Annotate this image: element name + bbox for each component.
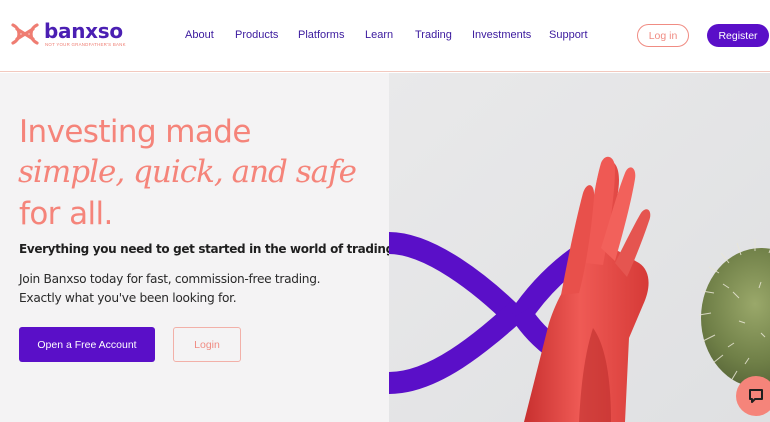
nav-item-support[interactable]: Support [549, 29, 588, 41]
red-gloved-hand-image [388, 73, 770, 422]
nav-item-products[interactable]: Products [235, 29, 278, 41]
hero-headline-line1: Investing made [19, 114, 251, 150]
chat-bubble-icon [749, 389, 763, 403]
hero-login-button[interactable]: Login [173, 327, 241, 362]
main-nav: About Products Platforms Learn Trading I… [0, 29, 600, 45]
hero-lead-text: Everything you need to get started in th… [19, 242, 399, 256]
hero-image [388, 73, 770, 422]
nav-item-trading[interactable]: Trading [415, 29, 452, 41]
open-free-account-button[interactable]: Open a Free Account [19, 327, 155, 362]
header-register-button[interactable]: Register [707, 24, 769, 47]
hero-headline-line3: for all. [19, 196, 113, 232]
hero-headline-line2: simple, quick, and safe [18, 154, 357, 190]
nav-item-about[interactable]: About [185, 29, 214, 41]
nav-item-platforms[interactable]: Platforms [298, 29, 344, 41]
header-login-button[interactable]: Log in [637, 24, 689, 47]
nav-item-learn[interactable]: Learn [365, 29, 393, 41]
hero-sub-text: Join Banxso today for fast, commission-f… [19, 272, 321, 305]
site-header: banxso NOT YOUR GRANDFATHER'S BANK About… [0, 0, 770, 72]
live-chat-button[interactable] [736, 376, 770, 416]
nav-item-investments[interactable]: Investments [472, 29, 531, 41]
